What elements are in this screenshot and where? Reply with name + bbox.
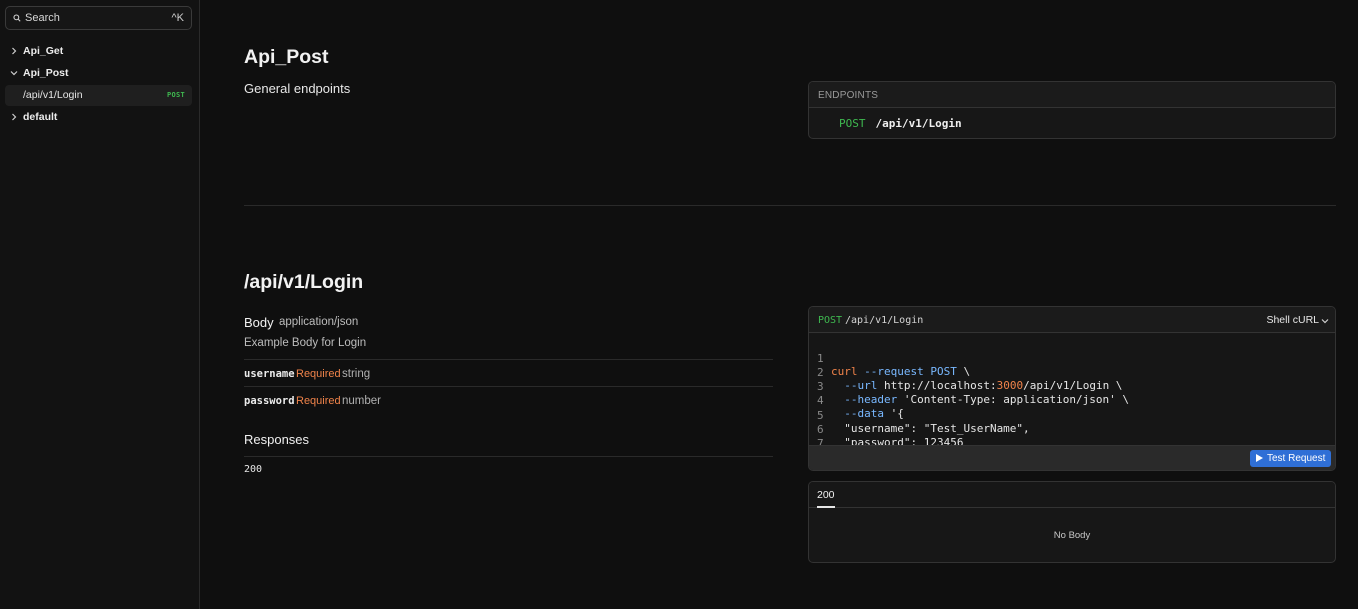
tab-active-indicator bbox=[817, 506, 835, 508]
code-line: 2 --url http://localhost:3000/api/v1/Log… bbox=[809, 353, 1122, 392]
tab-200[interactable]: 200 bbox=[817, 489, 835, 501]
code-sample-header: POST /api/v1/Login Shell cURL bbox=[809, 307, 1335, 333]
body-label: Body bbox=[244, 315, 274, 330]
responses-divider bbox=[244, 456, 773, 457]
search-shortcut: ^K bbox=[171, 12, 185, 24]
response-panel: 200 No Body bbox=[808, 481, 1336, 563]
code-sample-footer: Test Request bbox=[809, 445, 1335, 470]
sidebar-item-default[interactable]: default bbox=[5, 107, 192, 128]
param-row: username Required string bbox=[244, 359, 773, 386]
search-icon bbox=[13, 14, 21, 22]
param-row: password Required number bbox=[244, 386, 773, 413]
param-required: Required bbox=[296, 368, 341, 380]
param-type: number bbox=[342, 395, 381, 407]
code-line: 3 --header 'Content-Type: application/js… bbox=[809, 367, 1129, 406]
endpoints-panel-header: ENDPOINTS bbox=[809, 82, 1335, 108]
sidebar-item-label: /api/v1/Login bbox=[23, 89, 83, 101]
code-sample-panel: POST /api/v1/Login Shell cURL 1 curl --r… bbox=[808, 306, 1336, 471]
tag-description: General endpoints bbox=[244, 81, 351, 96]
body-description: Example Body for Login bbox=[244, 337, 367, 349]
param-name: username bbox=[244, 368, 295, 380]
no-body-text: No Body bbox=[1053, 530, 1091, 541]
search-label: Search bbox=[25, 12, 60, 24]
response-panel-header: 200 bbox=[809, 482, 1335, 508]
body-content-type: application/json bbox=[279, 316, 359, 328]
param-required: Required bbox=[296, 395, 341, 407]
code-sample-method: POST bbox=[818, 315, 843, 326]
code-line: 1 curl --request POST \ bbox=[809, 339, 970, 378]
sidebar-item-login[interactable]: /api/v1/Login POST bbox=[5, 85, 192, 106]
endpoints-header-label: ENDPOINTS bbox=[818, 90, 879, 101]
endpoint-path: /api/v1/Login bbox=[875, 117, 962, 130]
code-text: --url http://localhost:3000/api/v1/Login… bbox=[844, 379, 1123, 392]
search-input[interactable]: Search ^K bbox=[5, 6, 192, 30]
code-text: --header 'Content-Type: application/json… bbox=[844, 393, 1130, 406]
code-block[interactable]: 1 curl --request POST \ 2 --url http://l… bbox=[809, 334, 1335, 463]
sidebar: Search ^K Api_Get Api_Post /api/v1/Login… bbox=[0, 0, 200, 609]
responses-title: Responses bbox=[244, 432, 310, 447]
param-type: string bbox=[342, 368, 371, 380]
code-sample-path: /api/v1/Login bbox=[845, 315, 924, 326]
code-line: 7 }' bbox=[809, 424, 862, 463]
operation-title: /api/v1/Login bbox=[244, 271, 364, 293]
code-line: 4 --data '{ bbox=[809, 381, 904, 420]
sidebar-item-label: Api_Post bbox=[23, 67, 69, 79]
tag-title: Api_Post bbox=[244, 46, 329, 68]
method-badge: POST bbox=[166, 91, 185, 99]
language-select[interactable]: Shell cURL bbox=[1266, 314, 1319, 326]
chevron-down-icon[interactable] bbox=[1321, 317, 1329, 325]
endpoint-method: POST bbox=[839, 117, 866, 130]
sidebar-item-label: Api_Get bbox=[23, 45, 64, 57]
response-code[interactable]: 200 bbox=[244, 464, 262, 475]
sidebar-item-api-get[interactable]: Api_Get bbox=[5, 41, 192, 62]
code-line: 5 "username": "Test_UserName", bbox=[809, 396, 1030, 435]
endpoint-link[interactable]: POST/api/v1/Login bbox=[839, 117, 962, 130]
sidebar-item-api-post[interactable]: Api_Post bbox=[5, 63, 192, 84]
main-content: Api_Post General endpoints ENDPOINTS POS… bbox=[201, 0, 1358, 609]
chevron-down-icon bbox=[10, 71, 18, 76]
play-icon bbox=[1256, 454, 1263, 462]
code-line: 6 "password": 123456 bbox=[809, 410, 963, 449]
chevron-right-icon bbox=[12, 113, 17, 121]
test-request-label: Test Request bbox=[1267, 453, 1326, 464]
test-request-button[interactable]: Test Request bbox=[1250, 450, 1331, 467]
chevron-right-icon bbox=[12, 47, 17, 55]
endpoints-panel: ENDPOINTS POST/api/v1/Login bbox=[808, 81, 1336, 139]
section-divider bbox=[244, 205, 1336, 206]
sidebar-item-label: default bbox=[23, 111, 58, 123]
param-name: password bbox=[244, 395, 295, 407]
